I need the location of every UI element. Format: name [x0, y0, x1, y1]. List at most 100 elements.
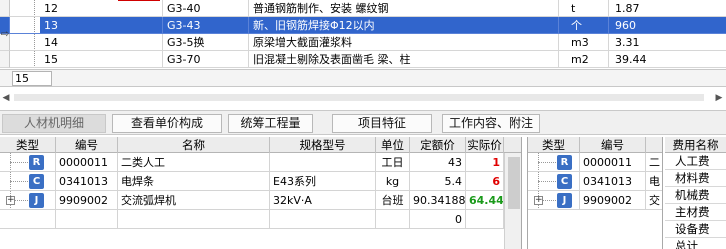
resource-spec[interactable] [270, 210, 376, 229]
resource-spec[interactable] [270, 153, 376, 172]
resource-grid-vertical-scrollbar[interactable] [504, 153, 521, 249]
horizontal-scrollbar[interactable]: ◀ ▶ [0, 88, 726, 108]
scrollbar-track[interactable] [14, 94, 704, 101]
quota-unit[interactable]: m3 [559, 34, 609, 51]
header-quota-price[interactable]: 定额价 [410, 137, 466, 153]
resource-name[interactable]: 交流弧焊机 [118, 191, 270, 210]
summary-header-extra[interactable] [646, 137, 662, 153]
quota-name[interactable]: 新、旧钢筋焊接Φ12以内 [249, 17, 559, 34]
summary-name-truncated[interactable]: 二 [646, 153, 662, 172]
resource-row[interactable]: 0 [0, 210, 521, 229]
tab-resource-detail[interactable]: 人材机明细 [2, 114, 106, 133]
quota-name[interactable]: 旧混凝土剔除及表面凿毛 梁、柱 [249, 51, 559, 68]
tab-quantity-allocation[interactable]: 统筹工程量 [228, 114, 313, 133]
resource-quota-price[interactable]: 90.34188 [410, 191, 466, 210]
resource-name[interactable]: 电焊条 [118, 172, 270, 191]
resource-name[interactable]: 二类人工 [118, 153, 270, 172]
resource-quota-price[interactable]: 0 [410, 210, 466, 229]
resource-quota-price[interactable]: 43 [410, 153, 466, 172]
resource-type-j-icon: J [557, 193, 572, 208]
scroll-right-arrow-icon[interactable]: ▶ [714, 92, 724, 104]
header-type[interactable]: 类型 [0, 137, 56, 153]
resource-spec[interactable]: 32kV·A [270, 191, 376, 210]
summary-header-type[interactable]: 类型 [528, 137, 580, 153]
resource-row[interactable]: C 0341013 电焊条 E43系列 kg 5.4 6 [0, 172, 521, 191]
header-spec[interactable]: 规格型号 [270, 137, 376, 153]
tab-item-features[interactable]: 项目特征 [332, 114, 432, 133]
resource-row[interactable]: R 0000011 二类人工 工日 43 1 [0, 153, 521, 172]
resource-code[interactable] [56, 210, 118, 229]
header-unit[interactable]: 单位 [376, 137, 410, 153]
header-actual-price[interactable]: 实际价 [466, 137, 504, 153]
quota-row-selected[interactable]: 13 G3-43 新、旧钢筋焊接Φ12以内个 960 [0, 17, 726, 34]
quota-quantity[interactable]: 39.44 [609, 51, 726, 68]
quota-unit[interactable]: m2 [559, 51, 609, 68]
resource-code[interactable]: 0341013 [56, 172, 118, 191]
fee-item[interactable]: 人工费 [665, 153, 726, 170]
resource-type-cell[interactable] [0, 210, 56, 229]
summary-name-truncated[interactable]: 交 [646, 191, 662, 210]
resource-unit[interactable]: 台班 [376, 191, 410, 210]
tree-connector [10, 17, 40, 34]
summary-row[interactable]: R 0000011 二 [528, 153, 662, 172]
cell-editor-input[interactable]: 15 [12, 71, 52, 86]
summary-code[interactable]: 0341013 [580, 172, 646, 191]
quota-code[interactable]: G3-70 [163, 51, 249, 68]
tab-unit-price-composition[interactable]: 查看单价构成 [112, 114, 222, 133]
summary-code[interactable]: 9909002 [580, 191, 646, 210]
summary-name-truncated[interactable]: 电 [646, 172, 662, 191]
summary-type-cell[interactable]: C [528, 172, 580, 191]
quota-row[interactable]: 12 G3-40 普通钢筋制作、安装 螺纹钢 t 1.87 [0, 0, 726, 17]
scroll-left-arrow-icon[interactable]: ◀ [1, 92, 11, 104]
scrollbar-thumb[interactable] [508, 157, 520, 209]
resource-actual-price[interactable]: 6 [466, 172, 504, 191]
resource-unit[interactable]: kg [376, 172, 410, 191]
resource-type-cell[interactable]: R [0, 153, 56, 172]
fee-item[interactable]: 总计 [665, 238, 726, 249]
header-code[interactable]: 编号 [56, 137, 118, 153]
quota-code[interactable]: G3-43 [163, 17, 249, 34]
expand-plus-icon[interactable]: + [6, 196, 15, 205]
expand-plus-icon[interactable]: + [534, 196, 543, 205]
fee-item[interactable]: 主材费 [665, 204, 726, 221]
summary-header-code[interactable]: 编号 [580, 137, 646, 153]
resource-actual-price[interactable]: 1 [466, 153, 504, 172]
quota-row[interactable]: 14 G3-5换 原梁增大截面灌浆料 m3 3.31 [0, 34, 726, 51]
fee-item[interactable]: 设备费 [665, 221, 726, 238]
quota-quantity[interactable]: 3.31 [609, 34, 726, 51]
quota-row[interactable]: 15 G3-70 旧混凝土剔除及表面凿毛 梁、柱 m2 39.44 [0, 51, 726, 68]
row-gutter[interactable] [0, 51, 10, 68]
resource-spec[interactable]: E43系列 [270, 172, 376, 191]
quota-code[interactable]: G3-5换 [163, 34, 249, 51]
resource-unit[interactable]: 工日 [376, 153, 410, 172]
summary-row[interactable]: + J 9909002 交 [528, 191, 662, 210]
resource-detail-grid: 类型 编号 名称 规格型号 单位 定额价 实际价 R 0000011 二类人工 工日 4… [0, 137, 522, 249]
resource-type-cell[interactable]: + J [0, 191, 56, 210]
resource-actual-price[interactable]: 64.44 [466, 191, 504, 210]
quota-name[interactable]: 普通钢筋制作、安装 螺纹钢 [249, 0, 559, 17]
quota-quantity[interactable]: 960 [609, 17, 726, 34]
quota-unit[interactable]: t [559, 0, 609, 17]
header-name[interactable]: 名称 [118, 137, 270, 153]
resource-code[interactable]: 0000011 [56, 153, 118, 172]
resource-code[interactable]: 9909002 [56, 191, 118, 210]
quota-name[interactable]: 原梁增大截面灌浆料 [249, 34, 559, 51]
summary-type-cell[interactable]: + J [528, 191, 580, 210]
tree-connector [10, 0, 40, 17]
resource-type-cell[interactable]: C [0, 172, 56, 191]
fee-item[interactable]: 材料费 [665, 170, 726, 187]
resource-name[interactable] [118, 210, 270, 229]
fee-item[interactable]: 机械费 [665, 187, 726, 204]
quota-quantity[interactable]: 1.87 [609, 0, 726, 17]
resource-quota-price[interactable]: 5.4 [410, 172, 466, 191]
summary-code[interactable]: 0000011 [580, 153, 646, 172]
summary-row[interactable]: C 0341013 电 [528, 172, 662, 191]
resource-actual-price[interactable] [466, 210, 504, 229]
resource-unit[interactable] [376, 210, 410, 229]
row-gutter[interactable] [0, 0, 10, 17]
tab-work-content[interactable]: 工作内容、附注 [442, 114, 540, 133]
summary-type-cell[interactable]: R [528, 153, 580, 172]
quota-unit[interactable]: 个 [559, 17, 609, 34]
resource-row[interactable]: + J 9909002 交流弧焊机 32kV·A 台班 90.34188 64.44 [0, 191, 521, 210]
quota-code[interactable]: G3-40 [163, 0, 249, 17]
